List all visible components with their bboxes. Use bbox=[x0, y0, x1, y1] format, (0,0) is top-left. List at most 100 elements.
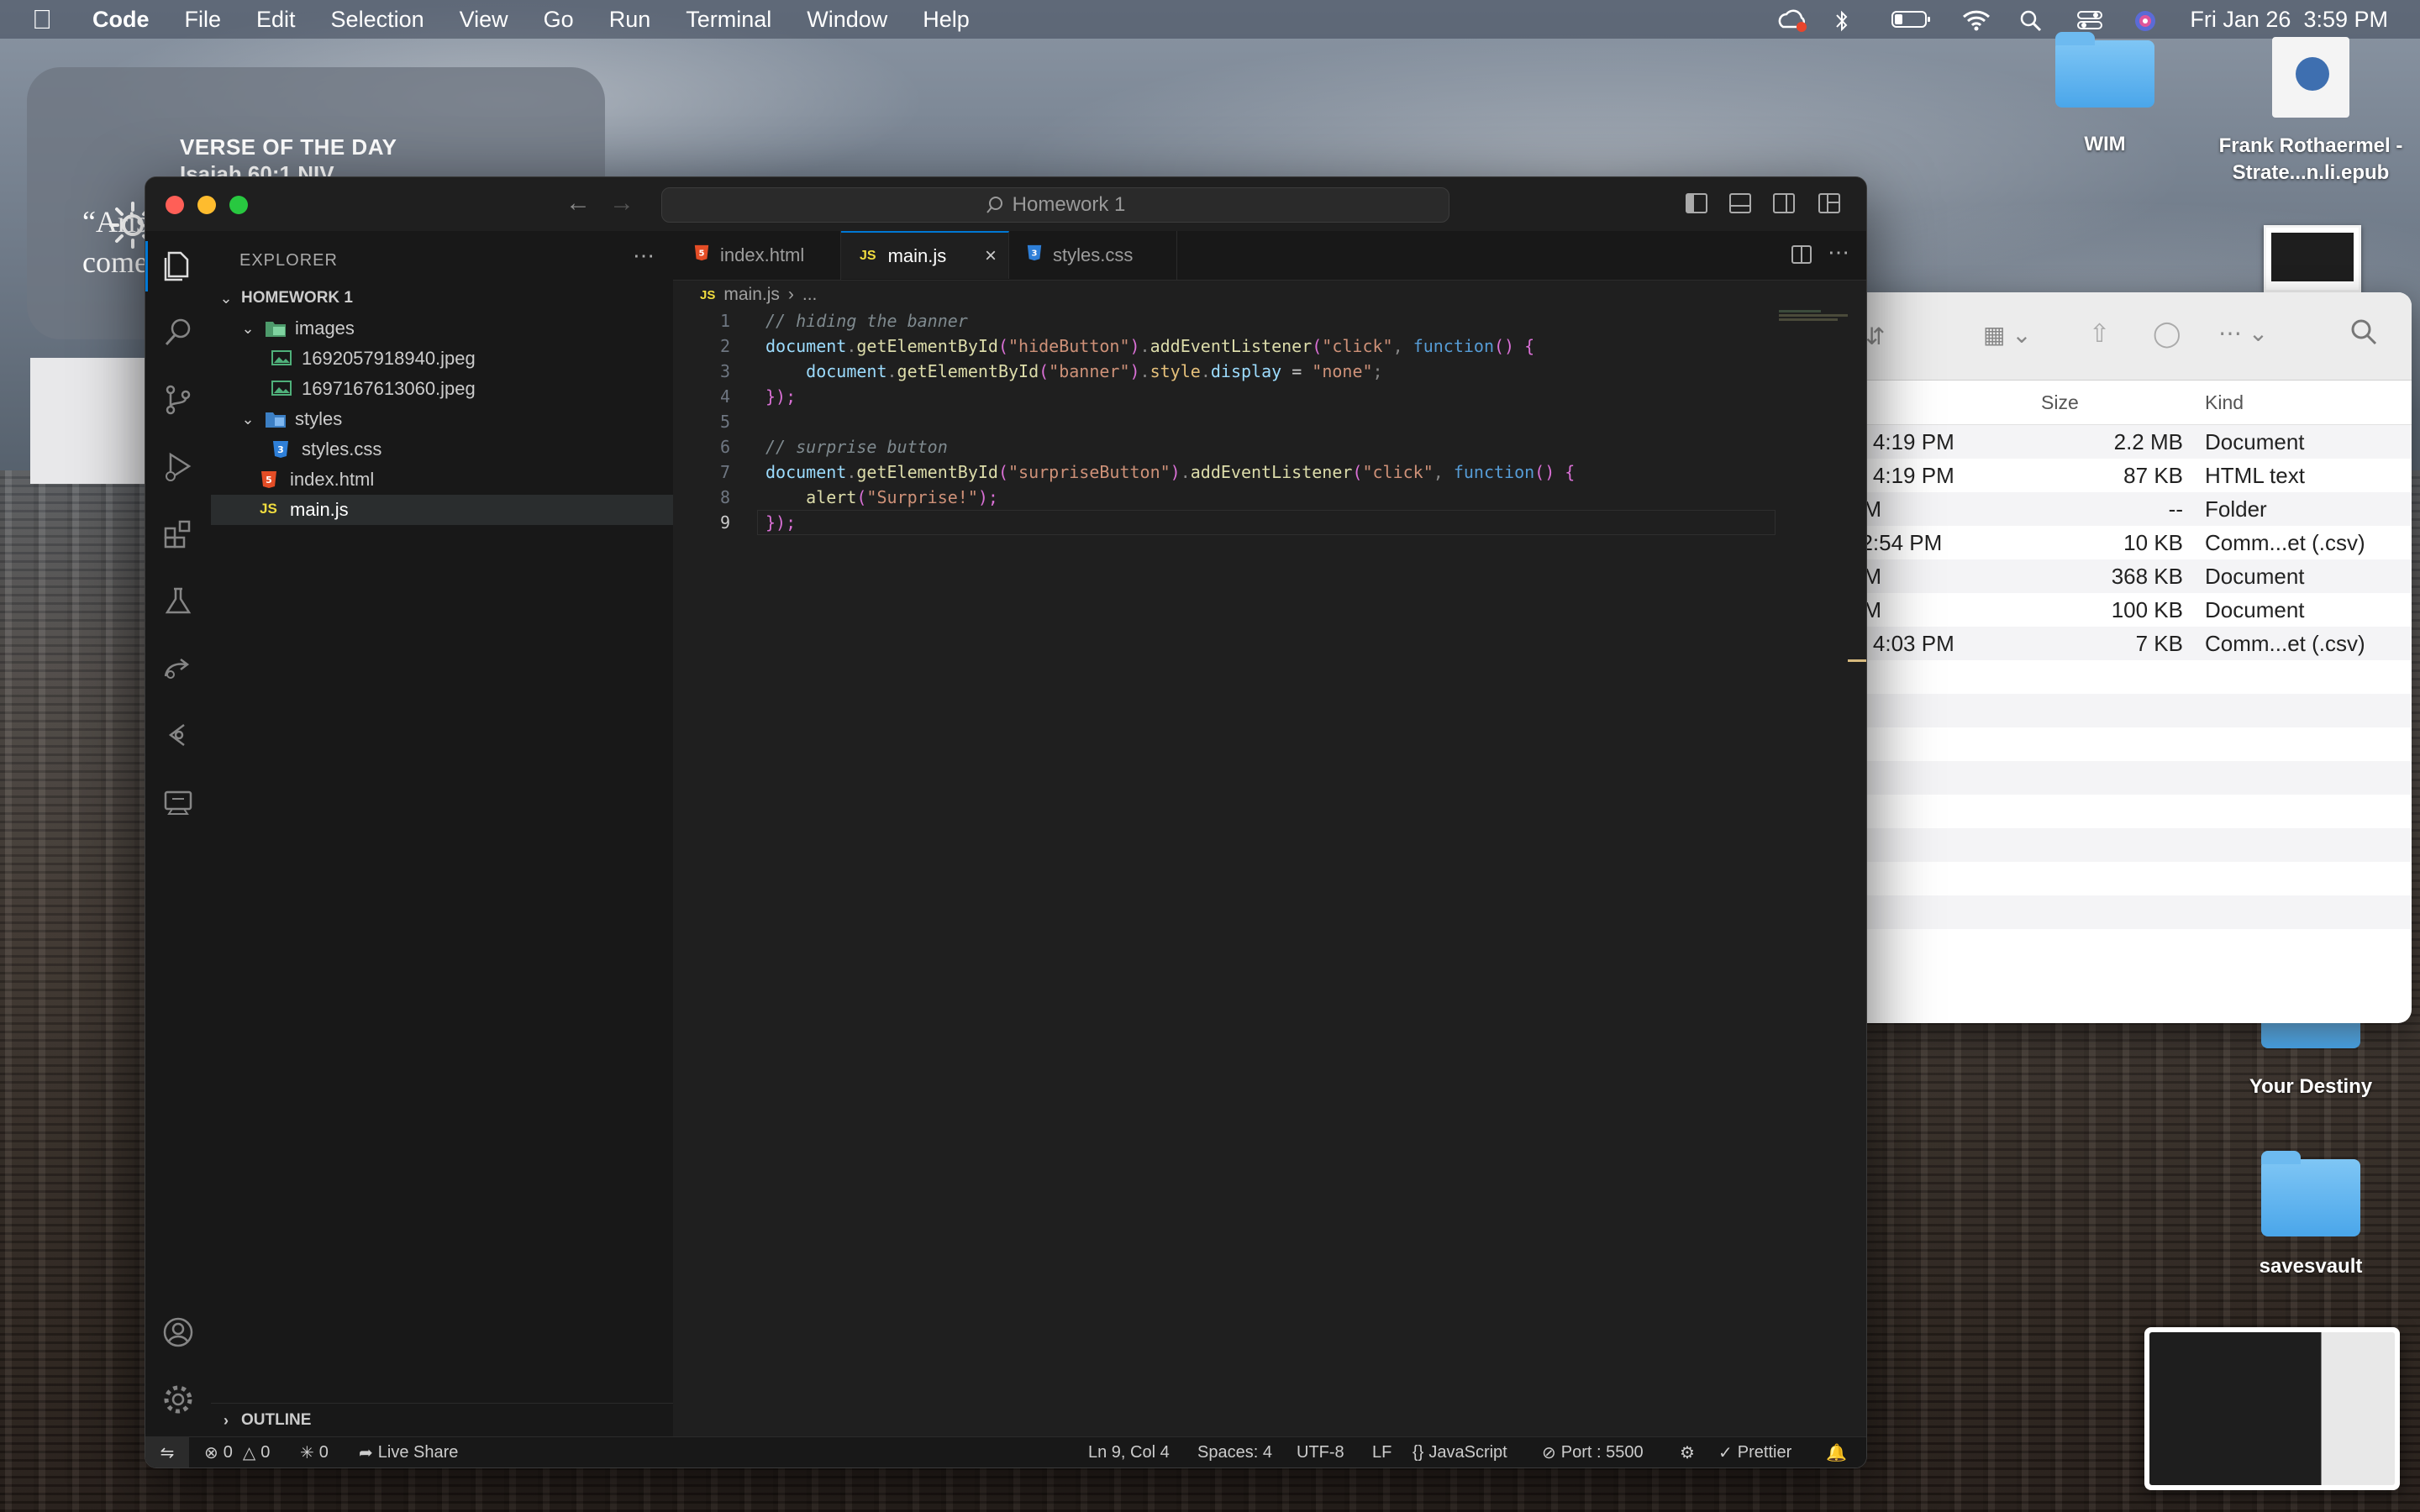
explorer-files-icon[interactable] bbox=[160, 248, 196, 283]
menu-help[interactable]: Help bbox=[923, 7, 970, 33]
menu-go[interactable]: Go bbox=[544, 7, 574, 33]
minimap[interactable] bbox=[1779, 308, 1848, 333]
group-icon[interactable]: ▦ ⌄ bbox=[1983, 321, 2032, 349]
menu-edit[interactable]: Edit bbox=[256, 7, 296, 33]
problems-indicator[interactable]: ⊗ 0 △ 0 bbox=[204, 1437, 270, 1467]
extensions-icon[interactable] bbox=[160, 517, 196, 552]
toggle-panel-icon[interactable] bbox=[1728, 192, 1752, 218]
live-server-port[interactable]: ⊘ Port : 5500 bbox=[1542, 1437, 1644, 1467]
sort-icon[interactable]: ⇵ bbox=[1865, 323, 1885, 350]
code-line[interactable]: 5 bbox=[673, 409, 1866, 434]
tag-icon[interactable]: ◯ bbox=[2153, 319, 2181, 349]
control-center-icon[interactable] bbox=[2075, 8, 2104, 30]
remote-indicator-icon[interactable]: ⇋ bbox=[145, 1437, 189, 1467]
breadcrumb-more[interactable]: ... bbox=[802, 285, 818, 305]
minimize-window-button[interactable] bbox=[197, 196, 216, 214]
menu-view[interactable]: View bbox=[460, 7, 508, 33]
creative-cloud-icon[interactable] bbox=[1776, 8, 1807, 32]
tree-folder-styles[interactable]: ⌄ styles bbox=[211, 404, 673, 434]
search-icon[interactable] bbox=[160, 315, 196, 350]
code-line[interactable]: 3 document.getElementById("banner").styl… bbox=[673, 359, 1866, 384]
menu-file[interactable]: File bbox=[185, 7, 222, 33]
finder-column-header[interactable]: Size Kind bbox=[1849, 381, 2412, 425]
menu-window[interactable]: Window bbox=[807, 7, 887, 33]
language-mode[interactable]: {} JavaScript bbox=[1413, 1437, 1507, 1467]
tree-folder-images[interactable]: ⌄ images bbox=[211, 313, 673, 344]
more-actions-icon[interactable]: ⋯ ⌄ bbox=[2218, 319, 2268, 347]
zoom-window-button[interactable] bbox=[229, 196, 248, 214]
source-control-icon[interactable] bbox=[160, 382, 196, 417]
desktop-folder-wim[interactable]: WIM bbox=[2033, 32, 2176, 156]
wifi-icon[interactable] bbox=[1961, 8, 1991, 31]
close-window-button[interactable] bbox=[166, 196, 184, 214]
battery-icon[interactable] bbox=[1891, 8, 1933, 30]
tab-index-html[interactable]: 5 index.html bbox=[673, 231, 841, 280]
explorer-more-icon[interactable]: ⋯ bbox=[633, 243, 655, 269]
code-line[interactable]: 4}); bbox=[673, 384, 1866, 409]
desktop-file-epub[interactable]: Frank Rothaermel - Strate...n.li.epub bbox=[2202, 37, 2420, 186]
copilot-icon[interactable]: ⚙ bbox=[1680, 1437, 1695, 1467]
git-timeline-icon[interactable] bbox=[160, 718, 196, 753]
tree-file-index-html[interactable]: 5 index.html bbox=[211, 465, 673, 495]
code-editor[interactable]: 1// hiding the banner 2 document.getEleme… bbox=[673, 308, 1866, 535]
finder-row[interactable]: 4, 4:19 PM 87 KB HTML text bbox=[1849, 459, 2412, 492]
testing-flask-icon[interactable] bbox=[160, 584, 196, 619]
finder-row[interactable]: , 2:54 PM 10 KB Comm...et (.csv) bbox=[1849, 526, 2412, 559]
finder-row[interactable]: 4, 4:03 PM 7 KB Comm...et (.csv) bbox=[1849, 627, 2412, 660]
search-icon[interactable] bbox=[2349, 318, 2378, 350]
toggle-secondary-sidebar-icon[interactable] bbox=[1772, 192, 1796, 218]
breadcrumb-file[interactable]: main.js bbox=[723, 285, 780, 305]
menu-selection[interactable]: Selection bbox=[331, 7, 424, 33]
back-arrow-icon[interactable]: ← bbox=[566, 189, 591, 218]
tree-file-main-js[interactable]: JS main.js bbox=[211, 495, 673, 525]
tab-styles-css[interactable]: 3 styles.css bbox=[1009, 231, 1177, 280]
code-line[interactable]: 8 alert("Surprise!"); bbox=[673, 485, 1866, 510]
live-share-button[interactable]: ➦ Live Share bbox=[359, 1437, 458, 1467]
tree-file-image-1[interactable]: 1692057918940.jpeg bbox=[211, 344, 673, 374]
code-line[interactable]: 7 document.getElementById("surpriseButton… bbox=[673, 459, 1866, 485]
workspace-header[interactable]: ⌄ HOMEWORK 1 bbox=[211, 283, 673, 313]
indentation[interactable]: Spaces: 4 bbox=[1197, 1437, 1272, 1467]
code-line[interactable]: 2 document.getElementById("hideButton").a… bbox=[673, 333, 1866, 359]
split-editor-icon[interactable] bbox=[1791, 244, 1812, 269]
accounts-icon[interactable] bbox=[160, 1315, 196, 1350]
code-line[interactable]: 1// hiding the banner bbox=[673, 308, 1866, 333]
remote-explorer-icon[interactable] bbox=[160, 785, 196, 821]
tree-file-styles-css[interactable]: 3 styles.css bbox=[211, 434, 673, 465]
code-line[interactable]: 6// surprise button bbox=[673, 434, 1866, 459]
kind-column-header[interactable]: Kind bbox=[2205, 391, 2244, 414]
bluetooth-icon[interactable] bbox=[1833, 8, 1862, 32]
share-icon[interactable]: ⇧ bbox=[2089, 319, 2110, 349]
run-and-debug-icon[interactable] bbox=[160, 449, 196, 485]
screenshot-thumbnail[interactable] bbox=[2144, 1327, 2400, 1490]
outline-section[interactable]: › OUTLINE bbox=[211, 1403, 673, 1437]
menu-app-name[interactable]: Code bbox=[92, 7, 150, 33]
spotlight-search-icon[interactable] bbox=[2018, 8, 2047, 32]
cursor-position[interactable]: Ln 9, Col 4 bbox=[1088, 1437, 1170, 1467]
toggle-primary-sidebar-icon[interactable] bbox=[1685, 192, 1708, 218]
forward-arrow-icon[interactable]: → bbox=[609, 189, 634, 218]
menu-run[interactable]: Run bbox=[609, 7, 651, 33]
siri-icon[interactable] bbox=[2133, 8, 2161, 31]
command-center-search[interactable]: Homework 1 bbox=[661, 187, 1449, 223]
code-line-current[interactable]: 9}); bbox=[673, 510, 1866, 535]
finder-row[interactable]: 4, 4:19 PM 2.2 MB Document bbox=[1849, 425, 2412, 459]
menu-clock[interactable]: Fri Jan 26 3:59 PM bbox=[2190, 7, 2388, 33]
finder-row[interactable]: PM--Folder bbox=[1849, 492, 2412, 526]
editor-area[interactable]: 5 index.html JS main.js × 3 styles.css ⋯… bbox=[673, 231, 1866, 1437]
menu-terminal[interactable]: Terminal bbox=[686, 7, 771, 33]
ports-indicator[interactable]: ✳ 0 bbox=[300, 1437, 329, 1467]
desktop-screenshot-icon[interactable] bbox=[2264, 225, 2361, 292]
editor-more-icon[interactable]: ⋯ bbox=[1828, 239, 1849, 265]
vscode-window[interactable]: ← → Homework 1 EXPLORER ⋯ ⌄ HOMEWORK 1 ⌄… bbox=[145, 176, 1867, 1468]
finder-row[interactable]: PM100 KBDocument bbox=[1849, 593, 2412, 627]
live-share-icon[interactable] bbox=[160, 651, 196, 686]
size-column-header[interactable]: Size bbox=[2041, 391, 2079, 414]
notifications-bell-icon[interactable]: 🔔 bbox=[1826, 1437, 1847, 1467]
desktop-folder-savesvault[interactable]: savesvault bbox=[2218, 1151, 2403, 1278]
end-of-line[interactable]: LF bbox=[1372, 1437, 1392, 1467]
customize-layout-icon[interactable] bbox=[1818, 192, 1841, 218]
prettier-status[interactable]: ✓ Prettier bbox=[1718, 1437, 1791, 1467]
finder-row[interactable]: PM368 KBDocument bbox=[1849, 559, 2412, 593]
apple-menu-icon[interactable]:  bbox=[32, 4, 60, 35]
